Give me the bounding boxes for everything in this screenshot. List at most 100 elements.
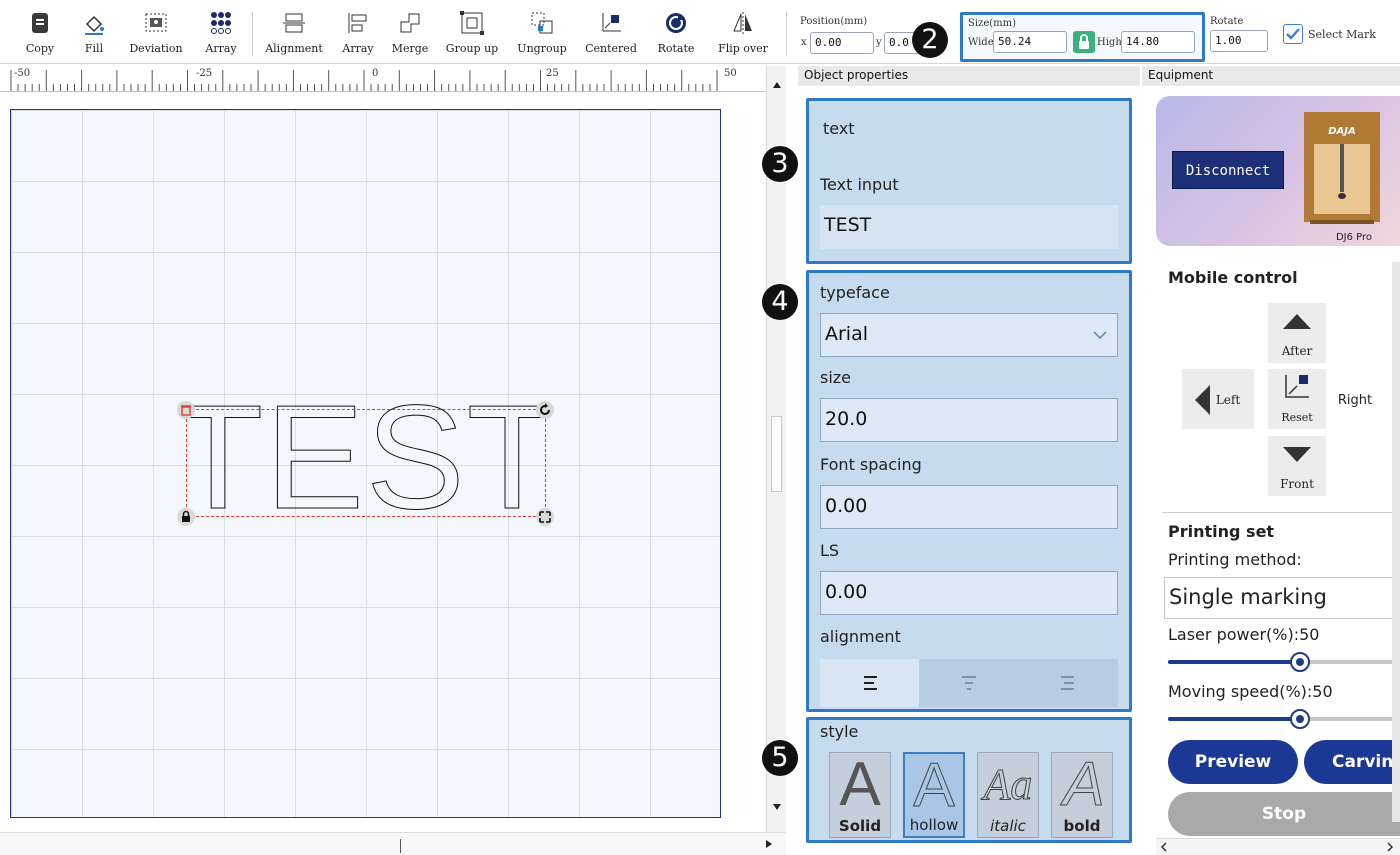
section-divider — [1162, 512, 1400, 513]
toolbar: Copy Fill Deviation Array Alignment Arra… — [0, 0, 1400, 64]
ruler-label: 25 — [546, 68, 559, 79]
chevron-down-icon — [1093, 331, 1107, 340]
move-left-button[interactable]: Left — [1182, 369, 1254, 429]
align-left-button[interactable] — [820, 659, 919, 707]
selection-box[interactable] — [186, 409, 546, 517]
design-canvas[interactable]: TEST — [0, 92, 766, 832]
laser-power-knob[interactable] — [1290, 652, 1311, 672]
fill-bucket-icon — [85, 15, 104, 35]
rotate-icon — [666, 13, 686, 33]
ruler-label: -50 — [14, 68, 31, 79]
position-x-input[interactable]: 0.00 — [810, 32, 874, 54]
printing-method-label: Printing method: — [1168, 550, 1302, 569]
line-spacing-input[interactable]: 0.00 — [820, 571, 1118, 615]
trash-icon — [181, 405, 191, 416]
style-hollow-button[interactable]: A hollow — [903, 752, 965, 838]
moving-speed-fill — [1168, 717, 1301, 721]
triangle-up-icon — [1283, 314, 1311, 329]
move-after-button[interactable]: After — [1268, 303, 1326, 363]
move-front-button[interactable]: Front — [1268, 436, 1326, 496]
scroll-left-icon — [1160, 842, 1167, 852]
flip-icon — [733, 12, 752, 34]
triangle-down-icon — [1283, 447, 1311, 462]
array-dots-button[interactable]: Array — [202, 10, 240, 60]
deviation-button[interactable]: Deviation — [124, 10, 188, 60]
hollow-a-icon: A — [913, 751, 955, 820]
rotate-button[interactable]: Rotate — [654, 10, 698, 60]
lock-icon — [1079, 34, 1089, 49]
font-spacing-label: Font spacing — [820, 455, 922, 474]
typeface-select[interactable]: Arial — [820, 313, 1118, 357]
carving-button[interactable]: Carving — [1304, 740, 1400, 784]
laser-engraver-image: DAJA DJ6 Pro — [1304, 112, 1380, 243]
font-size-input[interactable]: 20.0 — [820, 398, 1118, 442]
size-wide-input[interactable]: 50.24 — [993, 31, 1067, 53]
horizontal-scroll-thumb[interactable] — [400, 839, 401, 853]
position-label: Position(mm) — [800, 16, 868, 27]
centered-button[interactable]: Centered — [580, 10, 642, 60]
object-type-label: text — [823, 119, 855, 138]
object-properties-header: Object properties — [798, 66, 1140, 86]
copy-button[interactable]: Copy — [20, 10, 60, 60]
delete-handle[interactable] — [177, 401, 195, 419]
laser-power-label: Laser power(%):50 — [1168, 625, 1320, 644]
style-label: style — [820, 722, 859, 741]
mobile-control-title: Mobile control — [1168, 268, 1298, 287]
resize-arrows-icon — [539, 511, 551, 523]
move-right-button[interactable]: Right — [1327, 369, 1383, 429]
rotate-label: Rotate — [1210, 16, 1244, 27]
text-input-section: text Text input TEST — [806, 98, 1132, 264]
printing-method-select[interactable]: Single marking — [1164, 577, 1400, 619]
scroll-right-icon — [1387, 842, 1394, 852]
ruler-label: -25 — [196, 68, 213, 79]
ungroup-button[interactable]: Ungroup — [514, 10, 570, 60]
horizontal-scrollbar[interactable] — [0, 832, 786, 855]
align-right-button[interactable] — [1018, 659, 1117, 707]
size-group: Size(mm) Wide 50.24 High 14.80 — [960, 12, 1205, 62]
reset-button[interactable]: Reset — [1268, 369, 1326, 429]
y-label: y — [876, 37, 882, 48]
size-label: Size(mm) — [968, 18, 1017, 29]
equipment-scrollbar[interactable] — [1392, 262, 1400, 822]
printing-set-title: Printing set — [1168, 522, 1275, 541]
resize-handle[interactable] — [536, 508, 554, 526]
merge-button[interactable]: Merge — [390, 10, 430, 60]
moving-speed-label: Moving speed(%):50 — [1168, 682, 1333, 701]
padlock-icon — [182, 510, 190, 522]
aspect-lock-button[interactable] — [1073, 31, 1095, 53]
style-italic-button[interactable]: Aa italic — [977, 752, 1039, 838]
callout-badge-3: 3 — [762, 146, 798, 182]
equipment-horizontal-scrollbar[interactable] — [1156, 838, 1400, 855]
select-mark-label: Select Mark — [1308, 28, 1376, 41]
align-left-icon — [864, 676, 877, 690]
moving-speed-knob[interactable] — [1290, 709, 1311, 729]
vertical-scroll-thumb[interactable] — [771, 416, 782, 492]
rotate-input[interactable]: 1.00 — [1210, 30, 1268, 52]
text-input-field[interactable]: TEST — [820, 205, 1118, 249]
size-high-input[interactable]: 14.80 — [1121, 31, 1195, 53]
centered-icon — [602, 13, 621, 32]
alignment-label: alignment — [820, 627, 901, 646]
alignment-button[interactable]: Alignment — [262, 10, 326, 60]
preview-button[interactable]: Preview — [1168, 740, 1298, 784]
moving-speed-slider[interactable] — [1168, 709, 1400, 729]
style-bold-button[interactable]: A bold — [1051, 752, 1113, 838]
align-center-button[interactable] — [919, 659, 1018, 707]
laser-power-slider[interactable] — [1168, 652, 1400, 672]
disconnect-button[interactable]: Disconnect — [1172, 151, 1284, 189]
flip-over-button[interactable]: Flip over — [712, 10, 774, 60]
fill-button[interactable]: Fill — [76, 10, 112, 60]
select-mark-checkbox[interactable] — [1283, 24, 1303, 44]
alignment-icon — [283, 13, 305, 33]
style-solid-button[interactable]: A Solid — [829, 752, 891, 838]
stop-button[interactable]: Stop — [1168, 792, 1400, 836]
lock-handle[interactable] — [177, 508, 195, 526]
ungroup-icon — [531, 12, 553, 34]
rotate-handle[interactable] — [536, 401, 554, 419]
scroll-right-icon — [766, 840, 772, 848]
font-spacing-input[interactable]: 0.00 — [820, 485, 1118, 529]
device-brand-label: DAJA — [1328, 126, 1356, 137]
array-layout-button[interactable]: Array — [338, 10, 378, 60]
group-up-button[interactable]: Group up — [444, 10, 500, 60]
device-model-label: DJ6 Pro — [1336, 232, 1372, 243]
